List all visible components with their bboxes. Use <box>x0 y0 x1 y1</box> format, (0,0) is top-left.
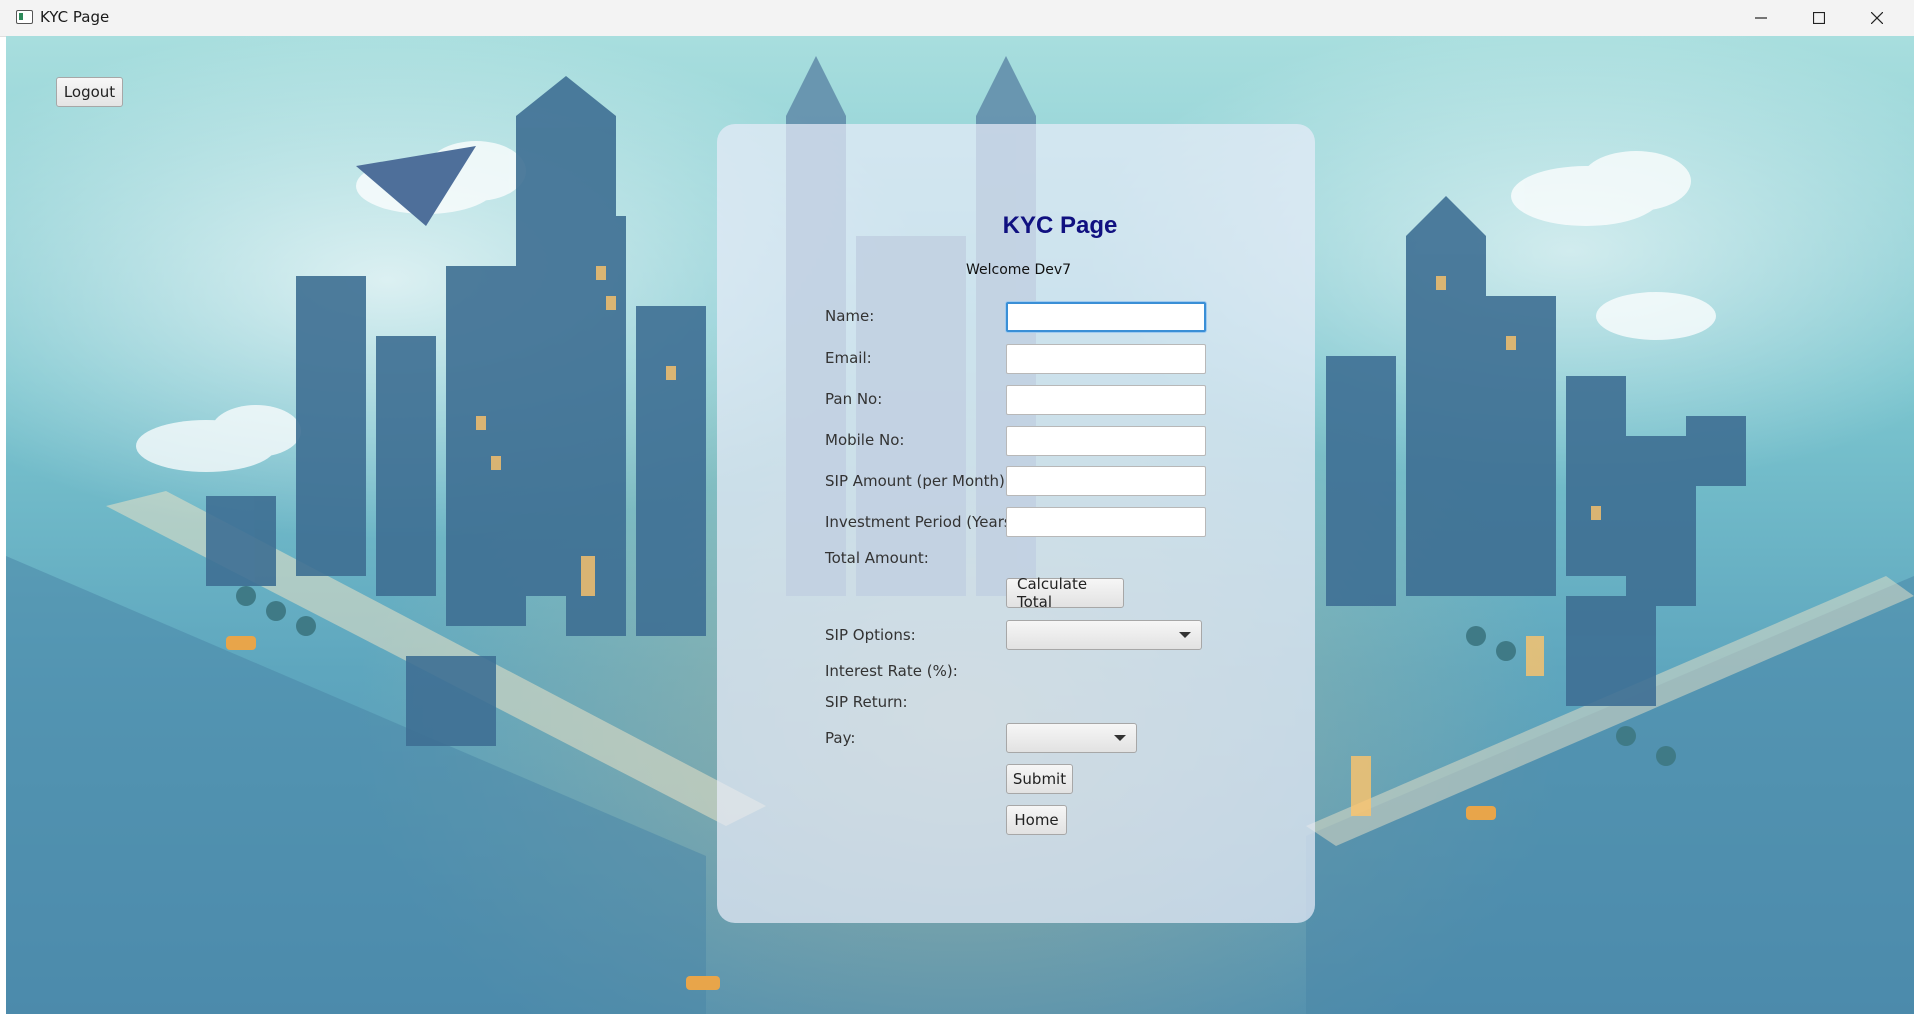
investment-period-field[interactable] <box>1006 507 1206 537</box>
sip-options-dropdown[interactable] <box>1006 620 1202 650</box>
submit-button[interactable]: Submit <box>1006 764 1073 794</box>
mobile-label: Mobile No: <box>825 431 905 449</box>
email-field[interactable] <box>1006 344 1206 374</box>
close-icon <box>1871 12 1883 24</box>
sip-amount-field[interactable] <box>1006 466 1206 496</box>
app-window: KYC Page Logout KYC Page Welcome Dev7 Na… <box>0 0 1914 1014</box>
mobile-field[interactable] <box>1006 426 1206 456</box>
home-button[interactable]: Home <box>1006 805 1067 835</box>
name-label: Name: <box>825 307 875 325</box>
interest-rate-label: Interest Rate (%): <box>825 662 958 680</box>
pan-label: Pan No: <box>825 390 883 408</box>
chevron-down-icon <box>1114 735 1126 741</box>
calculate-total-button[interactable]: Calculate Total <box>1006 575 1124 611</box>
sip-options-label: SIP Options: <box>825 626 916 644</box>
welcome-message: Welcome Dev7 <box>966 262 1072 278</box>
email-label: Email: <box>825 349 872 367</box>
close-button[interactable] <box>1848 0 1906 36</box>
maximize-icon <box>1813 12 1825 24</box>
maximize-button[interactable] <box>1790 0 1848 36</box>
name-field[interactable] <box>1006 302 1206 332</box>
title-bar: KYC Page <box>0 0 1914 37</box>
sip-amount-label: SIP Amount (per Month): <box>825 472 1010 490</box>
chevron-down-icon <box>1179 632 1191 638</box>
app-icon <box>16 10 33 24</box>
logout-button[interactable]: Logout <box>56 77 123 107</box>
window-title: KYC Page <box>40 8 110 26</box>
pan-field[interactable] <box>1006 385 1206 415</box>
pay-dropdown[interactable] <box>1006 723 1137 753</box>
sip-return-label: SIP Return: <box>825 693 908 711</box>
investment-period-label: Investment Period (Years): <box>825 513 1023 531</box>
minimize-button[interactable] <box>1732 0 1790 36</box>
minimize-icon <box>1755 17 1767 19</box>
total-amount-label: Total Amount: <box>825 549 929 567</box>
pay-label: Pay: <box>825 729 856 747</box>
